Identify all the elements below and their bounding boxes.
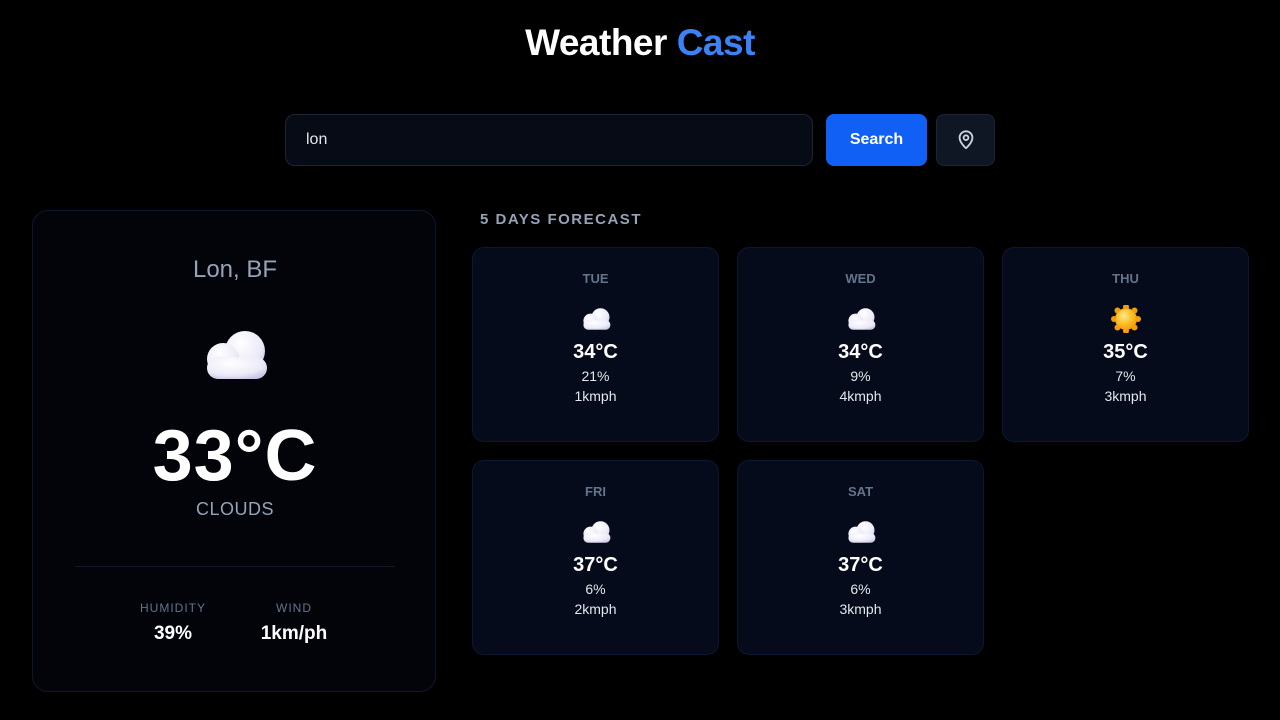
forecast-temp: 37°C	[573, 554, 618, 576]
forecast-wind: 2kmph	[574, 601, 617, 617]
map-pin-icon	[958, 130, 973, 150]
forecast-humidity: 7%	[1115, 368, 1136, 384]
forecast-temp: 34°C	[838, 341, 883, 363]
forecast-temp: 34°C	[573, 341, 618, 363]
forecast-wind: 4kmph	[839, 388, 882, 404]
forecast-day: THU	[1112, 271, 1139, 286]
forecast-humidity: 21%	[581, 368, 610, 384]
current-weather-card: Lon, BF 33°C CLOUDS HUMIDITY 39% WIND 1k…	[32, 210, 436, 692]
cloud-icon	[578, 305, 614, 333]
forecast-wind: 3kmph	[1104, 388, 1147, 404]
humidity-label: HUMIDITY	[140, 601, 206, 615]
cloud-icon	[578, 518, 614, 546]
divider	[75, 566, 395, 567]
forecast-humidity: 6%	[585, 581, 606, 597]
humidity-value: 39%	[153, 623, 193, 644]
forecast-card: THU 35°C 7% 3kmph	[1002, 247, 1249, 442]
app-title-main: Weather	[525, 22, 667, 63]
app-title: Weather Cast	[0, 22, 1280, 64]
forecast-day: TUE	[582, 271, 609, 286]
city-search-input[interactable]	[285, 114, 813, 166]
cloud-icon	[843, 518, 879, 546]
humidity-stat: HUMIDITY 39%	[113, 601, 233, 645]
app-title-accent: Cast	[676, 22, 756, 63]
forecast-card: FRI 37°C 6% 2kmph	[472, 460, 719, 655]
wind-value: 1km/ph	[260, 623, 328, 644]
forecast-card: SAT 37°C 6% 3kmph	[737, 460, 984, 655]
cloud-icon	[843, 305, 879, 333]
forecast-card: WED 34°C 9% 4kmph	[737, 247, 984, 442]
forecast-temp: 35°C	[1103, 341, 1148, 363]
forecast-card: TUE 34°C 21% 1kmph	[472, 247, 719, 442]
forecast-day: FRI	[585, 484, 606, 499]
forecast-temp: 37°C	[838, 554, 883, 576]
current-location-button[interactable]	[936, 114, 995, 166]
current-temperature: 33°C	[152, 416, 318, 496]
wind-label: WIND	[276, 601, 312, 615]
wind-stat: WIND 1km/ph	[234, 601, 354, 645]
forecast-humidity: 9%	[850, 368, 871, 384]
weather-condition: CLOUDS	[195, 499, 274, 519]
search-button[interactable]: Search	[826, 114, 927, 166]
city-name: Lon, BF	[192, 256, 278, 283]
cloud-icon	[195, 327, 275, 383]
sun-icon	[1108, 305, 1144, 333]
forecast-day: WED	[845, 271, 876, 286]
forecast-humidity: 6%	[850, 581, 871, 597]
forecast-heading: 5 DAYS FORECAST	[480, 211, 642, 228]
forecast-day: SAT	[847, 484, 874, 499]
forecast-wind: 1kmph	[574, 388, 617, 404]
forecast-grid: TUE 34°C 21% 1kmph WED 34°C 9% 4kmph THU…	[472, 247, 1249, 655]
forecast-wind: 3kmph	[839, 601, 882, 617]
